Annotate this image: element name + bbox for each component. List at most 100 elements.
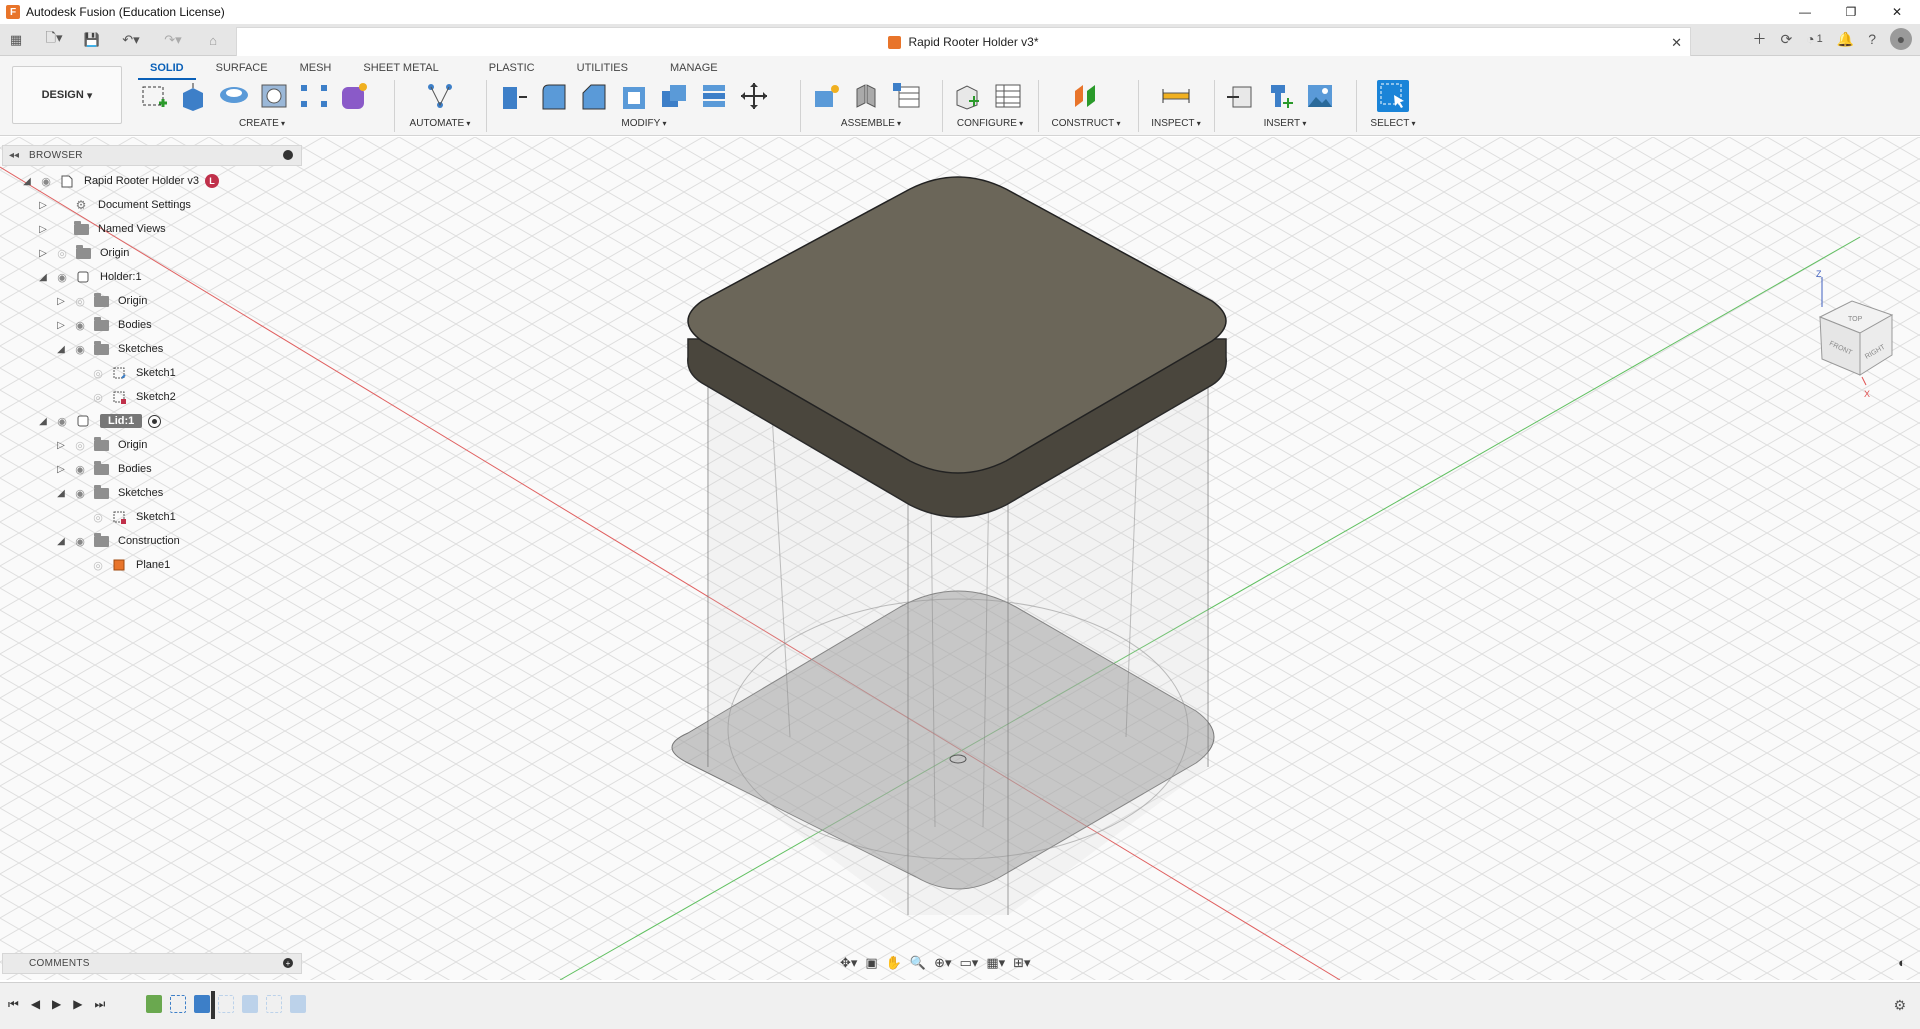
configure-group-label[interactable]: CONFIGURE bbox=[948, 118, 1032, 129]
fit-zoom-icon[interactable]: ⊕▾ bbox=[934, 955, 951, 971]
visibility-hidden-icon[interactable]: ◎ bbox=[54, 247, 70, 260]
configure-design-icon[interactable] bbox=[952, 80, 984, 112]
browser-node-lid-sketches[interactable]: ◢ ◉ Sketches bbox=[54, 483, 163, 503]
new-tab-plus-icon[interactable]: ＋ bbox=[1752, 29, 1766, 49]
bill-of-materials-icon[interactable] bbox=[890, 80, 922, 112]
visibility-eye-icon[interactable]: ◉ bbox=[38, 175, 54, 188]
create-sketch-icon[interactable] bbox=[138, 80, 170, 112]
expand-triangle-icon[interactable]: ◢ bbox=[20, 176, 34, 187]
expand-triangle-icon[interactable]: ▷ bbox=[36, 224, 50, 235]
restore-icon[interactable]: ❐ bbox=[1828, 0, 1874, 24]
compass-icon[interactable]: ◐ bbox=[1898, 955, 1906, 970]
viewports-icon[interactable]: ⊞▾ bbox=[1013, 955, 1030, 971]
browser-node-document-settings[interactable]: ▷ ⚙ Document Settings bbox=[36, 195, 191, 215]
insert-group-label[interactable]: INSERT bbox=[1220, 118, 1350, 129]
move-copy-icon[interactable] bbox=[738, 80, 770, 112]
play-icon[interactable]: ▶ bbox=[52, 997, 61, 1012]
visibility-eye-icon[interactable]: ◉ bbox=[54, 415, 70, 428]
expand-triangle-icon[interactable]: ◢ bbox=[36, 416, 50, 427]
assemble-group-label[interactable]: ASSEMBLE bbox=[806, 118, 936, 129]
browser-node-lid-construction[interactable]: ◢ ◉ Construction bbox=[54, 531, 180, 551]
go-to-start-icon[interactable]: ⏮ bbox=[8, 997, 19, 1012]
select-group-label[interactable]: SELECT bbox=[1362, 118, 1424, 129]
insert-mcmaster-icon[interactable] bbox=[1264, 80, 1296, 112]
new-component-icon[interactable] bbox=[810, 80, 842, 112]
step-forward-icon[interactable]: ▶ bbox=[73, 997, 82, 1012]
visibility-eye-icon[interactable]: ◉ bbox=[72, 535, 88, 548]
timeline-feature-sketch-icon[interactable] bbox=[170, 995, 186, 1013]
comments-panel-header[interactable]: COMMENTS + bbox=[2, 953, 302, 974]
activate-component-radio[interactable] bbox=[148, 414, 162, 428]
expand-triangle-icon[interactable]: ◢ bbox=[54, 344, 68, 355]
chamfer-icon[interactable] bbox=[578, 80, 610, 112]
timeline-feature-sketch-icon[interactable] bbox=[218, 995, 234, 1013]
expand-triangle-icon[interactable]: ▷ bbox=[36, 248, 50, 259]
minimize-icon[interactable]: — bbox=[1782, 0, 1828, 24]
tab-plastic[interactable]: PLASTIC bbox=[477, 58, 547, 80]
create-form-icon[interactable] bbox=[338, 80, 370, 112]
data-panel-grid-icon[interactable]: ▦ bbox=[8, 30, 24, 50]
visibility-eye-icon[interactable]: ◉ bbox=[72, 343, 88, 356]
revolve-icon[interactable] bbox=[218, 80, 250, 112]
file-menu-icon[interactable]: 🗋▾ bbox=[38, 30, 70, 50]
browser-node-holder-sketch2[interactable]: ◎ Sketch2 bbox=[86, 387, 176, 407]
workspace-switcher-button[interactable]: DESIGN ▾ bbox=[12, 66, 122, 124]
browser-node-holder-sketch1[interactable]: ◎ Sketch1 bbox=[86, 363, 176, 383]
collapse-panel-icon[interactable]: ◂◂ bbox=[9, 150, 19, 161]
add-comment-icon[interactable]: + bbox=[283, 958, 293, 968]
offset-faces-icon[interactable] bbox=[698, 80, 730, 112]
panel-toggle-icon[interactable] bbox=[283, 150, 293, 160]
browser-node-holder-bodies[interactable]: ▷ ◉ Bodies bbox=[54, 315, 152, 335]
visibility-hidden-icon[interactable]: ◎ bbox=[90, 367, 106, 380]
select-icon[interactable] bbox=[1377, 80, 1409, 112]
home-icon[interactable]: ⌂ bbox=[204, 30, 222, 50]
expand-triangle-icon[interactable]: ▷ bbox=[54, 320, 68, 331]
timeline-feature-extrude-icon[interactable] bbox=[242, 995, 258, 1013]
automate-group-label[interactable]: AUTOMATE bbox=[400, 118, 480, 129]
expand-triangle-icon[interactable]: ◢ bbox=[54, 488, 68, 499]
timeline-feature-plane-icon[interactable] bbox=[146, 995, 162, 1013]
browser-node-lid-origin[interactable]: ▷ ◎ Origin bbox=[54, 435, 147, 455]
pan-hand-icon[interactable]: ✋ bbox=[886, 955, 902, 971]
fillet-icon[interactable] bbox=[538, 80, 570, 112]
create-group-label[interactable]: CREATE bbox=[134, 118, 390, 129]
timeline-feature-sketch-icon[interactable] bbox=[266, 995, 282, 1013]
timeline-feature-extrude-icon[interactable] bbox=[290, 995, 306, 1013]
browser-node-holder-sketches[interactable]: ◢ ◉ Sketches bbox=[54, 339, 163, 359]
visibility-eye-icon[interactable]: ◉ bbox=[72, 487, 88, 500]
pattern-icon[interactable] bbox=[298, 80, 330, 112]
expand-triangle-icon[interactable]: ▷ bbox=[54, 440, 68, 451]
joint-icon[interactable] bbox=[850, 80, 882, 112]
document-tab[interactable]: Rapid Rooter Holder v3* ✕ bbox=[236, 27, 1691, 56]
tab-manage[interactable]: MANAGE bbox=[658, 58, 730, 80]
visibility-eye-icon[interactable]: ◉ bbox=[54, 271, 70, 284]
visibility-hidden-icon[interactable]: ◎ bbox=[72, 439, 88, 452]
tab-mesh[interactable]: MESH bbox=[288, 58, 344, 80]
browser-node-root[interactable]: ◢ ◉ Rapid Rooter Holder v3 L bbox=[20, 171, 219, 191]
press-pull-icon[interactable] bbox=[498, 80, 530, 112]
expand-triangle-icon[interactable]: ▷ bbox=[36, 200, 50, 211]
close-tab-icon[interactable]: ✕ bbox=[1671, 35, 1682, 51]
browser-node-named-views[interactable]: ▷ Named Views bbox=[36, 219, 166, 239]
measure-icon[interactable] bbox=[1160, 80, 1192, 112]
orbit-icon[interactable]: ✥▾ bbox=[840, 955, 857, 971]
offset-plane-icon[interactable] bbox=[1070, 80, 1102, 112]
3d-viewport[interactable]: TOP FRONT RIGHT Z X bbox=[0, 137, 1920, 980]
tab-surface[interactable]: SURFACE bbox=[204, 58, 280, 80]
visibility-eye-icon[interactable]: ◉ bbox=[72, 463, 88, 476]
visibility-eye-icon[interactable]: ◉ bbox=[72, 319, 88, 332]
configuration-table-icon[interactable] bbox=[992, 80, 1024, 112]
browser-panel-header[interactable]: ◂◂ BROWSER bbox=[2, 145, 302, 166]
undo-icon[interactable]: ↶▾ bbox=[114, 30, 148, 50]
expand-triangle-icon[interactable]: ▷ bbox=[54, 464, 68, 475]
expand-triangle-icon[interactable]: ◢ bbox=[54, 536, 68, 547]
visibility-hidden-icon[interactable]: ◎ bbox=[72, 295, 88, 308]
tab-sheet-metal[interactable]: SHEET METAL bbox=[351, 58, 450, 80]
expand-triangle-icon[interactable]: ▷ bbox=[54, 296, 68, 307]
save-icon[interactable]: 💾 bbox=[84, 30, 100, 50]
browser-node-holder-origin[interactable]: ▷ ◎ Origin bbox=[54, 291, 147, 311]
help-icon[interactable]: ? bbox=[1868, 31, 1876, 47]
display-settings-icon[interactable]: ▭▾ bbox=[960, 955, 979, 971]
browser-node-lid[interactable]: ◢ ◉ Lid:1 bbox=[36, 411, 162, 431]
browser-node-origin[interactable]: ▷ ◎ Origin bbox=[36, 243, 129, 263]
